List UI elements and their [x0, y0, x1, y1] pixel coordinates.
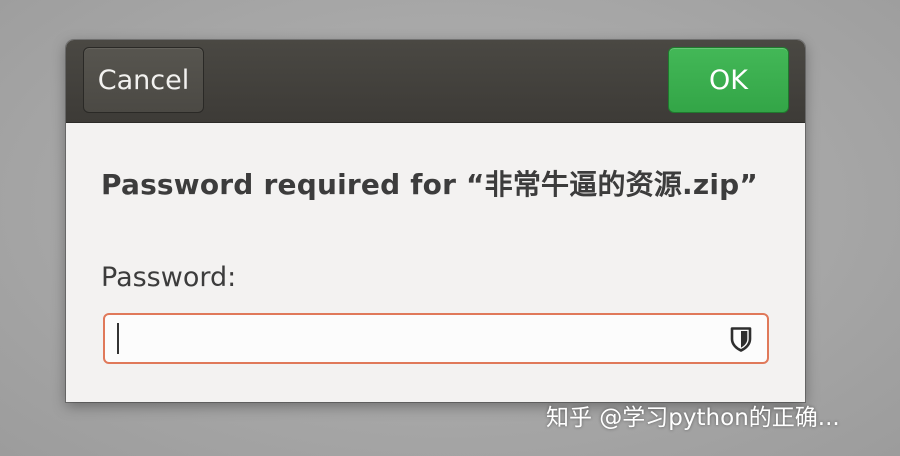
password-field[interactable]	[103, 313, 769, 364]
watermark-text: 知乎 @学习python的正确...	[546, 405, 840, 431]
cancel-button[interactable]: Cancel	[83, 47, 204, 113]
password-label: Password:	[101, 262, 237, 293]
shield-icon[interactable]	[729, 326, 753, 352]
text-cursor	[117, 323, 119, 354]
dialog-title: Password required for “非常牛逼的资源.zip”	[101, 168, 759, 201]
password-input[interactable]	[117, 321, 717, 356]
password-dialog: Cancel OK Password required for “非常牛逼的资源…	[66, 40, 805, 402]
ok-button[interactable]: OK	[668, 47, 789, 113]
dialog-headerbar: Cancel OK	[66, 40, 805, 123]
